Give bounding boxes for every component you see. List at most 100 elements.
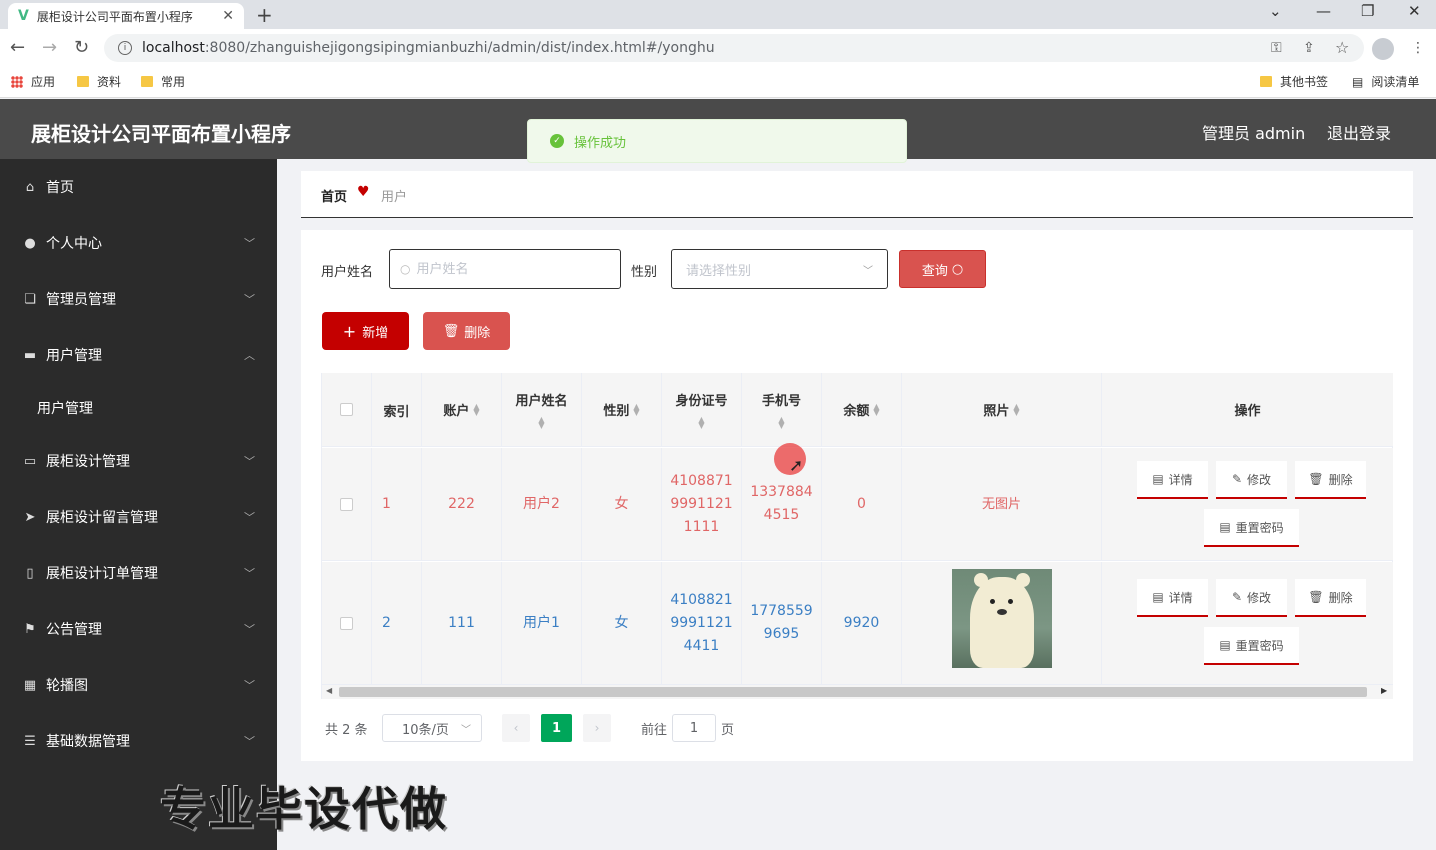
bookmark-folder-1[interactable]: 资料 <box>77 73 121 90</box>
trash-icon: 🗑︎ <box>1308 472 1324 486</box>
bookmark-folder-2[interactable]: 常用 <box>141 73 185 90</box>
more-menu-icon[interactable]: ⋮ <box>1411 40 1425 56</box>
goto-page-input[interactable]: 1 <box>672 714 716 742</box>
header-sex[interactable]: 性别 ▲ ▼ <box>582 373 662 447</box>
document-icon: ▤ <box>1152 590 1164 604</box>
sort-icon[interactable]: ▲ ▼ <box>633 402 639 416</box>
detail-button[interactable]: ▤ 详情 <box>1137 579 1208 617</box>
name-search-input[interactable] <box>416 261 597 277</box>
close-window-icon[interactable]: ✕ <box>1408 2 1421 20</box>
scroll-right-icon[interactable]: ▶ <box>1381 686 1387 695</box>
sidebar-item-basedata[interactable]: ☰ 基础数据管理 ﹀ <box>0 713 277 769</box>
search-icon: ○ <box>951 261 964 277</box>
edit-icon: ✎ <box>1231 472 1243 486</box>
document-icon: ▤ <box>1152 472 1164 486</box>
sidebar-item-home[interactable]: ⌂ 首页 <box>0 159 277 215</box>
trash-icon: 🗑︎ <box>442 323 460 339</box>
edit-button[interactable]: ✎ 修改 <box>1216 461 1287 499</box>
reload-icon[interactable]: ↻ <box>74 37 89 58</box>
sidebar-item-messages[interactable]: ➤ 展柜设计留言管理 ﹀ <box>0 489 277 545</box>
pagination-total: 共 2 条 <box>325 723 368 738</box>
scrollbar-thumb[interactable] <box>339 687 1367 697</box>
next-page-button[interactable]: › <box>583 714 611 742</box>
sidebar-item-users[interactable]: ▬ 用户管理 ︿ <box>0 327 277 383</box>
sidebar-item-notices[interactable]: ⚑ 公告管理 ﹀ <box>0 601 277 657</box>
key-icon[interactable]: ⚿ <box>1271 40 1282 56</box>
reset-password-button[interactable]: ▤ 重置密码 <box>1204 627 1299 665</box>
chevron-down-icon: ﹀ <box>244 567 255 580</box>
close-tab-icon[interactable]: ✕ <box>222 8 234 24</box>
sidebar-subitem-users[interactable]: 用户管理 <box>0 380 277 436</box>
sidebar-item-design[interactable]: ▭ 展柜设计管理 ﹀ <box>0 433 277 489</box>
info-icon[interactable]: i <box>118 41 132 55</box>
sidebar-item-carousel[interactable]: ▦ 轮播图 ﹀ <box>0 657 277 713</box>
header-name[interactable]: 用户姓名 ▲ ▼ <box>502 373 582 447</box>
header-account[interactable]: 账户 ▲ ▼ <box>422 373 502 447</box>
sort-icon[interactable]: ▲ ▼ <box>473 402 479 416</box>
phone-icon: ▯ <box>26 565 34 581</box>
back-icon[interactable]: ← <box>10 37 25 58</box>
header-idcard[interactable]: 身份证号 ▲ ▼ <box>662 373 742 447</box>
sex-select[interactable]: 请选择性别 ﹀ <box>671 249 888 289</box>
select-all-checkbox[interactable] <box>340 403 353 416</box>
header-checkbox-cell <box>322 373 372 447</box>
page-unit-label: 页 <box>721 723 735 738</box>
minimize-icon[interactable]: — <box>1316 2 1331 20</box>
home-icon: ⌂ <box>25 179 35 195</box>
profile-avatar[interactable] <box>1372 38 1394 60</box>
forward-icon[interactable]: → <box>42 37 57 58</box>
page-size-select[interactable]: 10条/页 ﹀ <box>382 714 482 742</box>
bookmark-other[interactable]: 其他书签 <box>1260 73 1328 90</box>
sidebar-item-profile[interactable]: ● 个人中心 ﹀ <box>0 215 277 271</box>
row-checkbox[interactable] <box>340 497 353 511</box>
chevron-down-icon: ﹀ <box>244 293 255 306</box>
watermark-text: 专业毕设代做 <box>160 782 448 836</box>
logout-link[interactable]: 退出登录 <box>1327 120 1391 144</box>
page-number-current[interactable]: 1 <box>541 714 572 742</box>
breadcrumb-home[interactable]: 首页 <box>321 186 347 205</box>
header-phone[interactable]: 手机号 ▲ ▼ <box>742 373 822 447</box>
tab-search-icon[interactable]: ⌄ <box>1269 2 1282 20</box>
delete-button[interactable]: 🗑︎ 删除 <box>1295 461 1366 499</box>
add-button[interactable]: + 新增 <box>322 312 409 350</box>
prev-page-button[interactable]: ‹ <box>502 714 530 742</box>
cell-balance: 9920 <box>822 562 902 684</box>
share-icon[interactable]: ⇪ <box>1303 40 1315 56</box>
scroll-left-icon[interactable]: ◀ <box>326 686 332 695</box>
sort-icon[interactable]: ▲ ▼ <box>873 402 879 416</box>
restore-icon[interactable]: ❐ <box>1361 2 1374 20</box>
query-button[interactable]: 查询 ○ <box>899 250 986 288</box>
detail-button[interactable]: ▤ 详情 <box>1137 461 1208 499</box>
user-photo[interactable] <box>952 569 1052 668</box>
search-icon: ○ <box>400 262 411 276</box>
copy-icon: ❏ <box>24 291 36 307</box>
browser-tab[interactable]: V 展柜设计公司平面布置小程序 ✕ <box>8 3 244 29</box>
row-checkbox[interactable] <box>340 616 353 630</box>
trash-icon: 🗑︎ <box>1308 590 1324 604</box>
header-photo[interactable]: 照片 ▲ ▼ <box>902 373 1102 447</box>
chevron-up-icon: ︿ <box>244 349 255 362</box>
sort-icon[interactable]: ▲ ▼ <box>538 416 544 430</box>
name-search-field[interactable]: ○ <box>389 249 621 289</box>
sort-icon[interactable]: ▲ ▼ <box>698 416 704 430</box>
star-icon[interactable]: ☆ <box>1335 38 1349 57</box>
header-balance[interactable]: 余额 ▲ ▼ <box>822 373 902 447</box>
chevron-down-icon: ﹀ <box>244 735 255 748</box>
sort-icon[interactable]: ▲ ▼ <box>1013 402 1019 416</box>
batch-delete-button[interactable]: 🗑︎ 删除 <box>423 312 510 350</box>
bookmark-apps[interactable]: 应用 <box>11 73 55 90</box>
sidebar-item-admins[interactable]: ❏ 管理员管理 ﹀ <box>0 271 277 327</box>
reading-list[interactable]: ▤ 阅读清单 <box>1352 73 1419 90</box>
reset-password-button[interactable]: ▤ 重置密码 <box>1204 509 1299 547</box>
sidebar-item-orders[interactable]: ▯ 展柜设计订单管理 ﹀ <box>0 545 277 601</box>
url-field[interactable]: i localhost:8080/zhanguishejigongsipingm… <box>104 34 1364 62</box>
briefcase-icon: ▭ <box>23 453 37 469</box>
delete-button[interactable]: 🗑︎ 删除 <box>1295 579 1366 617</box>
new-tab-icon[interactable]: + <box>256 3 273 27</box>
flag-icon: ⚑ <box>24 621 36 637</box>
edit-button[interactable]: ✎ 修改 <box>1216 579 1287 617</box>
url-path: :8080/zhanguishejigongsipingmianbuzhi/ad… <box>204 40 715 56</box>
name-label: 用户姓名 <box>321 265 374 280</box>
sort-icon[interactable]: ▲ ▼ <box>778 416 784 430</box>
folder-icon <box>1260 76 1272 87</box>
